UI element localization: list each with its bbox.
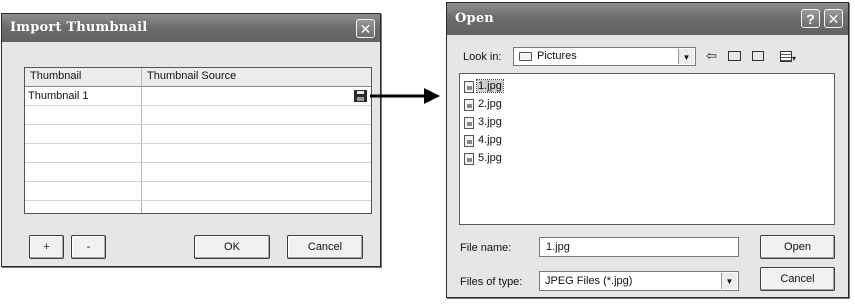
ok-button[interactable]: OK bbox=[194, 235, 270, 259]
look-in-label: Look in: bbox=[463, 51, 502, 63]
open-title: Open bbox=[455, 11, 494, 26]
open-titlebar[interactable]: Open ? ✕ bbox=[447, 3, 848, 35]
jpg-file-icon bbox=[464, 99, 474, 111]
file-name-field[interactable]: 1.jpg bbox=[539, 237, 739, 257]
cancel-button[interactable]: Cancel bbox=[287, 235, 363, 259]
add-label: + bbox=[43, 241, 50, 253]
cancel-label: Cancel bbox=[307, 241, 343, 253]
table-row[interactable] bbox=[25, 163, 371, 182]
jpg-file-icon bbox=[464, 135, 474, 147]
back-arrow-icon[interactable]: ⇦ bbox=[706, 48, 717, 64]
cancel-label: Cancel bbox=[780, 273, 815, 285]
chevron-down-icon[interactable]: ▼ bbox=[721, 273, 737, 289]
new-folder-icon[interactable] bbox=[752, 48, 764, 64]
thumbnail-grid: Thumbnail Thumbnail Source Thumbnail 1 bbox=[24, 67, 372, 214]
import-thumbnail-titlebar[interactable]: Import Thumbnail ✕ bbox=[2, 14, 380, 42]
files-of-type-label: Files of type: bbox=[460, 276, 523, 288]
table-row[interactable] bbox=[25, 106, 371, 125]
look-in-value: Pictures bbox=[537, 50, 577, 62]
import-thumbnail-title: Import Thumbnail bbox=[10, 20, 148, 35]
table-row[interactable] bbox=[25, 182, 371, 201]
file-name: 4.jpg bbox=[478, 134, 502, 146]
files-of-type-value: JPEG Files (*.jpg) bbox=[545, 275, 633, 287]
table-row[interactable] bbox=[25, 125, 371, 144]
close-icon: ✕ bbox=[827, 11, 840, 27]
file-list: 1.jpg 2.jpg 3.jpg 4.jpg 5.jpg bbox=[459, 73, 835, 225]
file-name: 2.jpg bbox=[478, 98, 502, 110]
chevron-down-icon[interactable]: ▼ bbox=[678, 49, 694, 64]
table-row[interactable] bbox=[25, 144, 371, 163]
files-of-type-select[interactable]: JPEG Files (*.jpg) ▼ bbox=[539, 271, 739, 291]
view-menu-icon[interactable]: ▾ bbox=[780, 48, 796, 65]
open-button[interactable]: Open bbox=[760, 235, 835, 259]
help-icon: ? bbox=[806, 11, 815, 27]
ok-label: OK bbox=[224, 241, 240, 253]
floppy-disk-icon[interactable] bbox=[354, 90, 367, 102]
open-label: Open bbox=[784, 241, 811, 253]
help-button[interactable]: ? bbox=[801, 9, 820, 28]
table-row[interactable] bbox=[25, 201, 371, 213]
file-name-label: File name: bbox=[460, 242, 512, 254]
grid-header: Thumbnail Thumbnail Source bbox=[25, 68, 371, 87]
close-button[interactable]: ✕ bbox=[824, 9, 843, 28]
close-icon: ✕ bbox=[359, 21, 372, 37]
add-thumbnail-button[interactable]: + bbox=[29, 235, 64, 259]
folder-icon bbox=[519, 52, 532, 61]
column-header-thumbnail-source[interactable]: Thumbnail Source bbox=[147, 70, 236, 82]
remove-thumbnail-button[interactable]: - bbox=[71, 235, 106, 259]
cancel-button[interactable]: Cancel bbox=[760, 267, 835, 291]
file-name-value: 1.jpg bbox=[546, 241, 570, 253]
column-header-thumbnail[interactable]: Thumbnail bbox=[30, 70, 81, 82]
file-name: 5.jpg bbox=[478, 152, 502, 164]
jpg-file-icon bbox=[464, 81, 474, 93]
up-folder-icon[interactable] bbox=[728, 48, 741, 64]
right-arrow-icon bbox=[370, 88, 440, 104]
jpg-file-icon bbox=[464, 153, 474, 165]
jpg-file-icon bbox=[464, 117, 474, 129]
look-in-select[interactable]: Pictures ▼ bbox=[513, 47, 696, 66]
close-button[interactable]: ✕ bbox=[356, 19, 375, 38]
table-cell-thumbnail: Thumbnail 1 bbox=[28, 90, 89, 102]
remove-label: - bbox=[86, 241, 91, 253]
file-name: 1.jpg bbox=[476, 79, 504, 93]
file-name: 3.jpg bbox=[478, 116, 502, 128]
table-row[interactable]: Thumbnail 1 bbox=[25, 87, 371, 106]
